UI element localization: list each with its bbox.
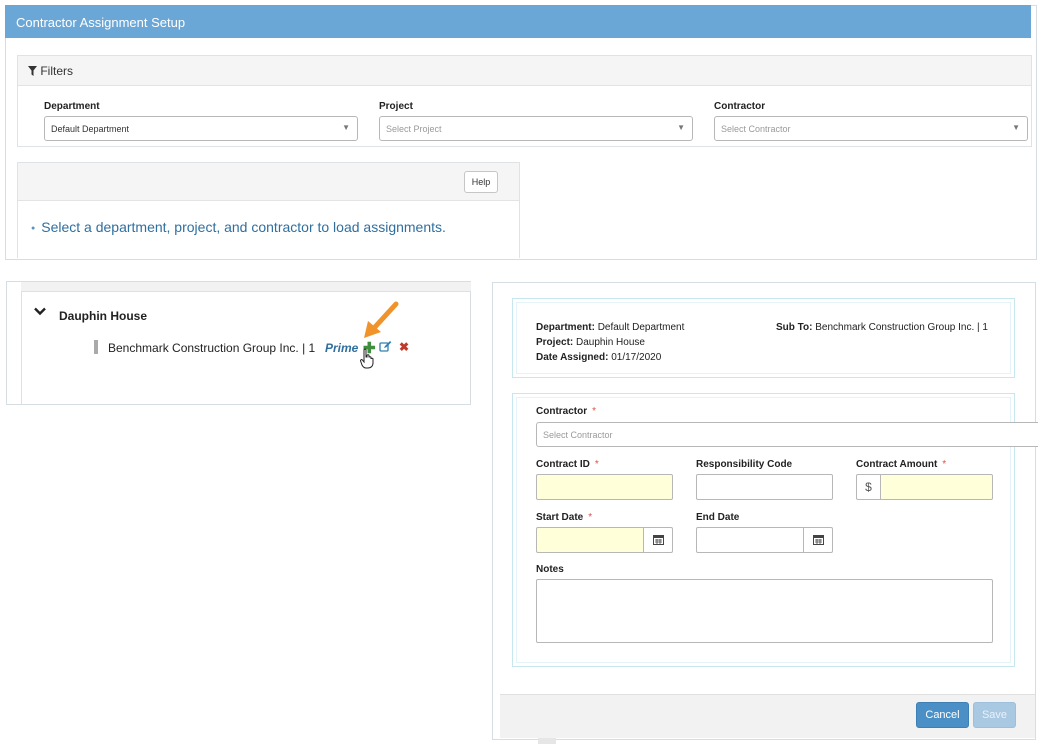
contract-id-label-text: Contract ID: [536, 459, 590, 470]
callout-arrow-icon: [356, 300, 402, 349]
help-button[interactable]: Help: [464, 171, 498, 193]
bullet-icon: ●: [31, 224, 36, 232]
calendar-icon: [652, 535, 664, 548]
notes-label: Notes: [536, 564, 564, 575]
project-placeholder: Select Project: [386, 124, 442, 134]
assignments-box: Help ● Select a department, project, and …: [17, 162, 520, 258]
save-button[interactable]: Save: [973, 702, 1016, 728]
responsibility-code-label: Responsibility Code: [696, 459, 793, 470]
form-contractor-select[interactable]: Select Contractor: [536, 422, 1038, 447]
contract-amount-input[interactable]: [880, 474, 993, 500]
tree-divider: [21, 292, 22, 404]
contractor-select[interactable]: Select Contractor ▼: [714, 116, 1028, 141]
form-contractor-label-text: Contractor: [536, 406, 588, 417]
assignment-info-box: Department: Default Department Project: …: [512, 298, 1015, 378]
project-select[interactable]: Select Project ▼: [379, 116, 693, 141]
tree-item-contractor[interactable]: Benchmark Construction Group Inc. | 1: [108, 341, 315, 355]
tree-node-project[interactable]: Dauphin House: [59, 309, 147, 323]
department-select[interactable]: Default Department ▼: [44, 116, 358, 141]
start-date-calendar-button[interactable]: [643, 527, 673, 553]
dropdown-caret-icon: ▼: [677, 123, 685, 132]
info-sub-to: Sub To: Benchmark Construction Group Inc…: [776, 322, 988, 333]
info-date-value: 01/17/2020: [611, 352, 662, 363]
info-department-value: Default Department: [597, 322, 685, 333]
responsibility-code-input[interactable]: [696, 474, 833, 500]
panel-title: Contractor Assignment Setup: [5, 5, 1031, 38]
currency-prefix: $: [856, 474, 881, 500]
required-marker: *: [592, 406, 597, 417]
end-date-input[interactable]: [696, 527, 804, 553]
filters-header[interactable]: Filters: [18, 56, 1031, 86]
info-department-label: Department:: [536, 322, 595, 333]
end-date-calendar-button[interactable]: [803, 527, 833, 553]
form-contractor-label: Contractor *: [536, 406, 596, 417]
contract-id-label: Contract ID *: [536, 459, 599, 470]
department-value: Default Department: [51, 124, 130, 134]
chevron-down-icon[interactable]: [34, 307, 46, 319]
info-subto-value: Benchmark Construction Group Inc. | 1: [815, 322, 988, 333]
department-label: Department: [44, 101, 100, 112]
resize-handle: [538, 738, 556, 744]
info-department: Department: Default Department: [536, 322, 684, 333]
info-date-label: Date Assigned:: [536, 352, 609, 363]
filters-box: Filters Department Default Department ▼ …: [17, 55, 1032, 147]
required-marker: *: [588, 512, 593, 523]
assignments-toolbar: Help: [18, 163, 519, 201]
dropdown-caret-icon: ▼: [342, 123, 350, 132]
start-date-label: Start Date *: [536, 512, 592, 523]
info-subto-label: Sub To:: [776, 322, 813, 333]
contract-id-input[interactable]: [536, 474, 673, 500]
notes-textarea[interactable]: [536, 579, 993, 643]
cancel-button[interactable]: Cancel: [916, 702, 969, 728]
start-date-label-text: Start Date: [536, 512, 584, 523]
contract-amount-label-text: Contract Amount: [856, 459, 938, 470]
project-label: Project: [379, 101, 413, 112]
dropdown-caret-icon: ▼: [1012, 123, 1020, 132]
calendar-icon: [812, 535, 824, 548]
contract-amount-label: Contract Amount *: [856, 459, 946, 470]
hand-cursor-icon: [360, 348, 374, 373]
required-marker: *: [594, 459, 599, 470]
drag-handle[interactable]: [94, 340, 98, 354]
contractor-label: Contractor: [714, 101, 766, 112]
info-project: Project: Dauphin House: [536, 337, 645, 348]
info-project-value: Dauphin House: [576, 337, 645, 348]
prime-tag: Prime: [325, 341, 359, 355]
empty-state-text: Select a department, project, and contra…: [41, 219, 446, 235]
required-marker: *: [942, 459, 947, 470]
start-date-input[interactable]: [536, 527, 644, 553]
tree-header-strip: [21, 282, 471, 292]
info-project-label: Project:: [536, 337, 574, 348]
filter-icon: [28, 65, 37, 79]
filters-title: Filters: [40, 64, 74, 78]
info-date-assigned: Date Assigned: 01/17/2020: [536, 352, 661, 363]
end-date-label: End Date: [696, 512, 740, 523]
form-contractor-placeholder: Select Contractor: [543, 430, 613, 440]
contractor-placeholder: Select Contractor: [721, 124, 791, 134]
empty-state-message: ● Select a department, project, and contr…: [31, 219, 446, 235]
